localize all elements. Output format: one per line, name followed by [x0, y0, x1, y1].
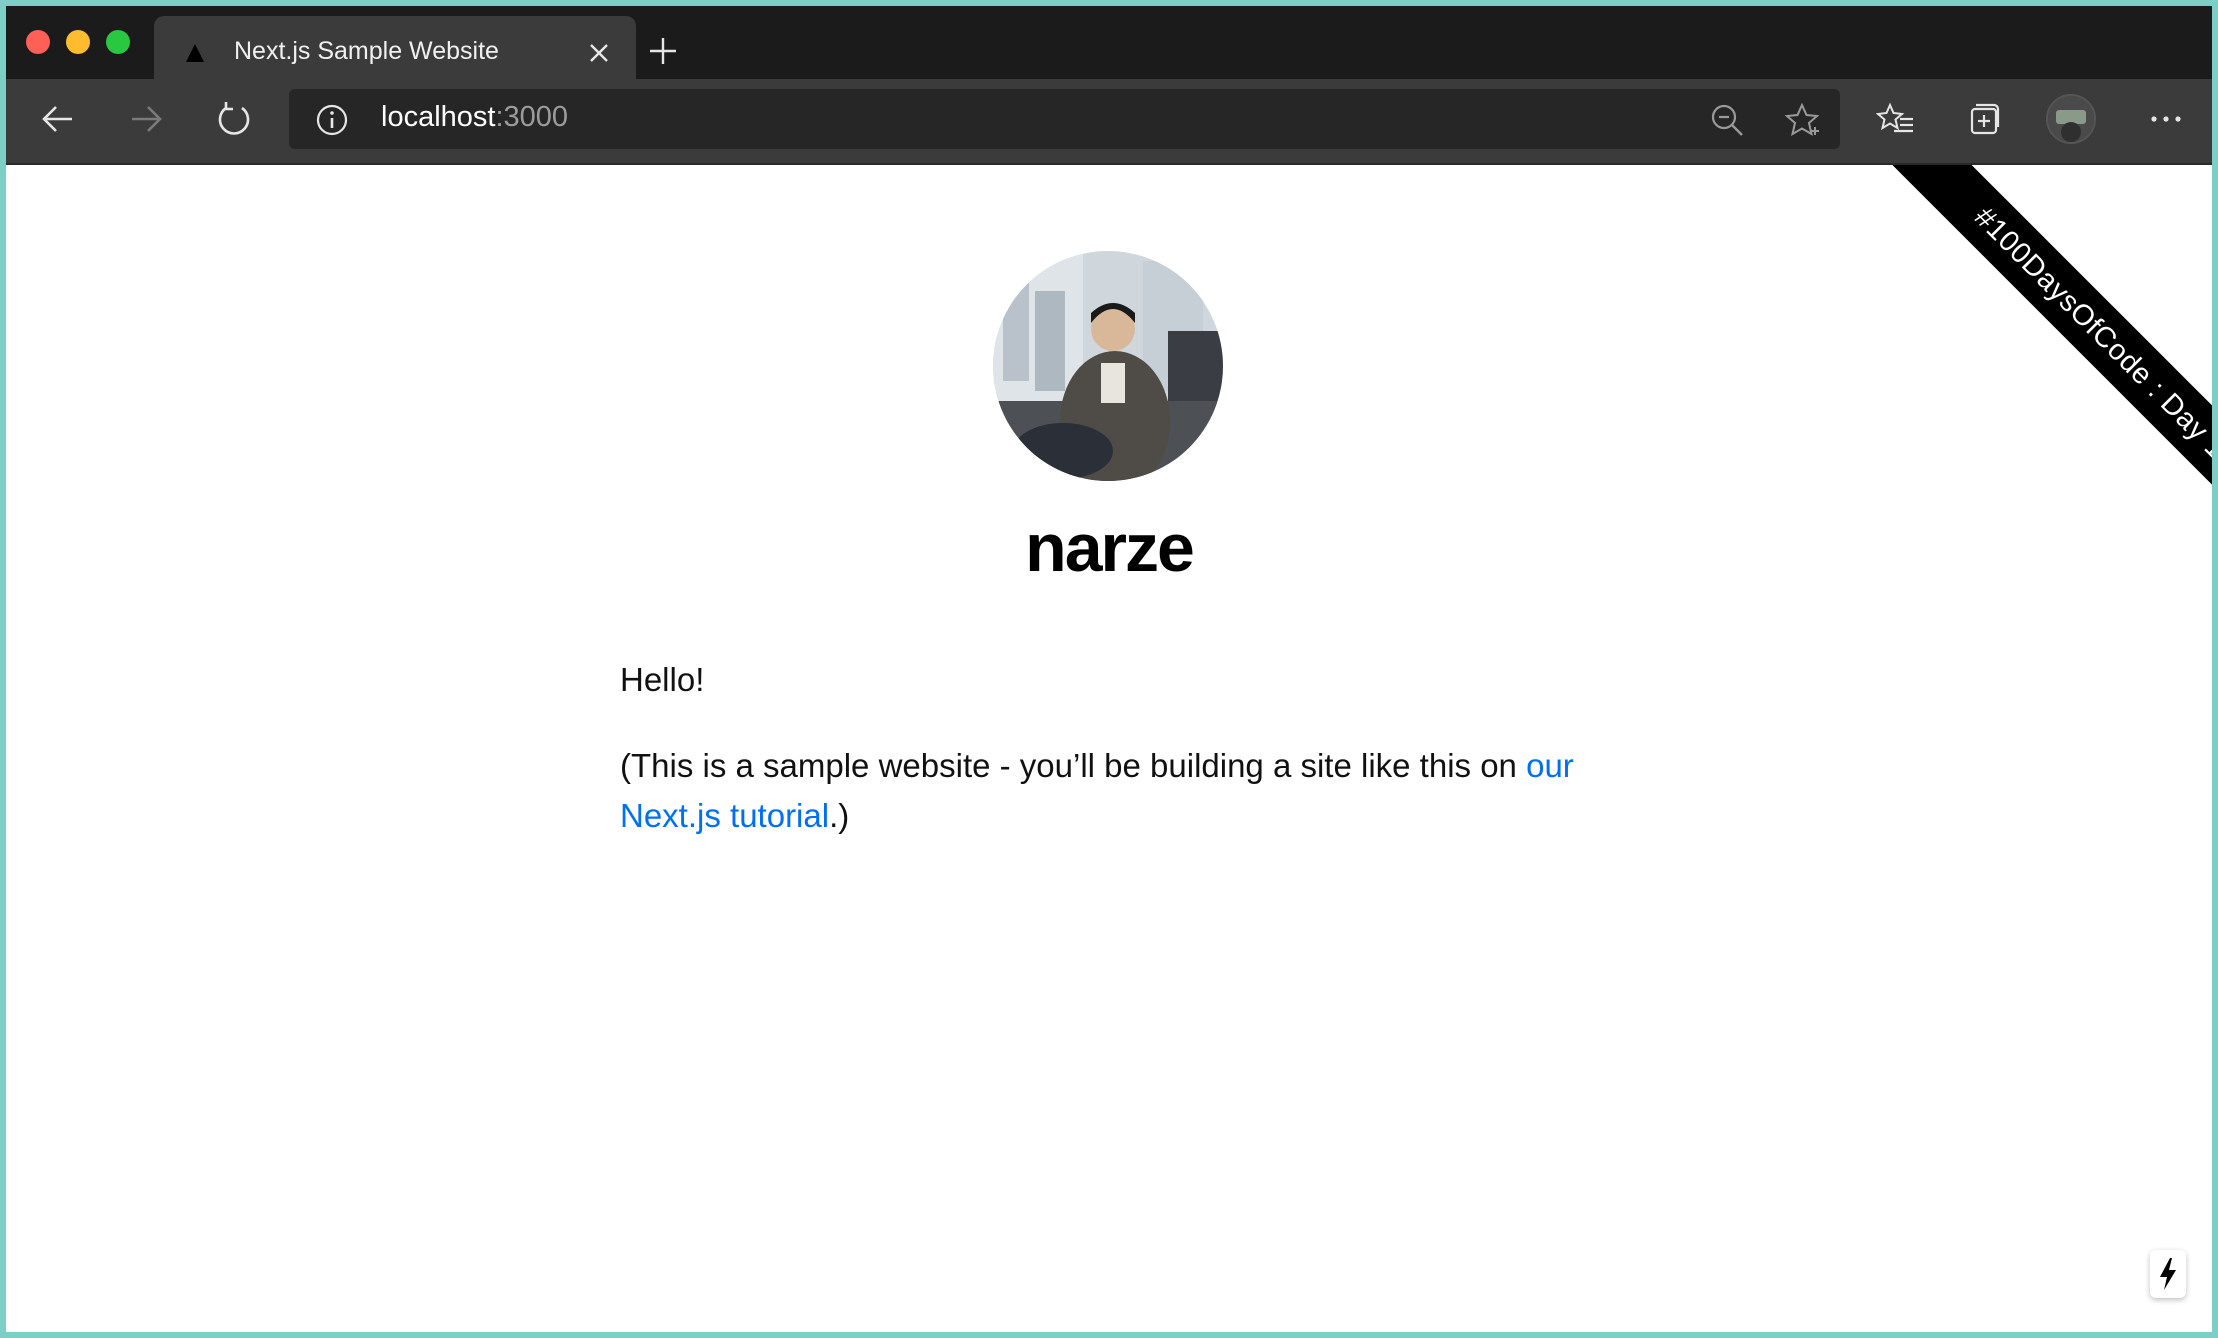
intro-section: Hello! (This is a sample website - you’l…: [620, 655, 1620, 877]
next-dev-indicator[interactable]: [2150, 1250, 2186, 1298]
url-port: :3000: [495, 101, 569, 133]
close-tab-icon[interactable]: [588, 42, 610, 64]
next-indicator-icon: [2160, 1258, 2176, 1290]
page-content: #100DaysOfCode : Day 16 narze Hello! (Th…: [6, 165, 2212, 1332]
collections-icon[interactable]: [1964, 99, 2004, 139]
site-owner-name: narze: [1025, 510, 1195, 586]
maximize-window-button[interactable]: [106, 30, 130, 54]
new-tab-icon[interactable]: [648, 36, 678, 66]
more-icon[interactable]: [2146, 99, 2186, 139]
back-icon[interactable]: [38, 99, 78, 139]
info-icon[interactable]: [315, 103, 349, 137]
address-bar[interactable]: localhost:3000: [289, 89, 1840, 149]
triangle-favicon-icon: [186, 44, 204, 62]
profile-photo-image: [993, 251, 1223, 481]
browser-window: Next.js Sample Website localhost:3000 #1…: [6, 6, 2212, 1332]
intro-prefix: (This is a sample website - you’ll be bu…: [620, 747, 1527, 784]
tab-title: Next.js Sample Website: [234, 37, 499, 65]
profile-avatar[interactable]: [2046, 94, 2096, 144]
favorites-icon[interactable]: [1876, 99, 1916, 139]
browser-toolbar: localhost:3000: [6, 79, 2212, 165]
tab-active[interactable]: Next.js Sample Website: [154, 16, 636, 82]
tab-strip: Next.js Sample Website: [6, 6, 2212, 82]
url-host: localhost: [381, 101, 496, 133]
close-window-button[interactable]: [26, 30, 50, 54]
zoom-out-icon[interactable]: [1709, 102, 1745, 138]
forward-icon[interactable]: [126, 99, 166, 139]
intro-suffix: .): [829, 797, 850, 834]
profile-photo: [993, 251, 1223, 481]
minimize-window-button[interactable]: [66, 30, 90, 54]
intro-paragraph: (This is a sample website - you’ll be bu…: [620, 741, 1620, 841]
star-icon[interactable]: [1783, 101, 1821, 139]
profile-photo-icon: [2048, 96, 2094, 142]
greeting-text: Hello!: [620, 661, 705, 698]
url-text[interactable]: localhost:3000: [381, 101, 568, 134]
refresh-icon[interactable]: [214, 99, 254, 139]
